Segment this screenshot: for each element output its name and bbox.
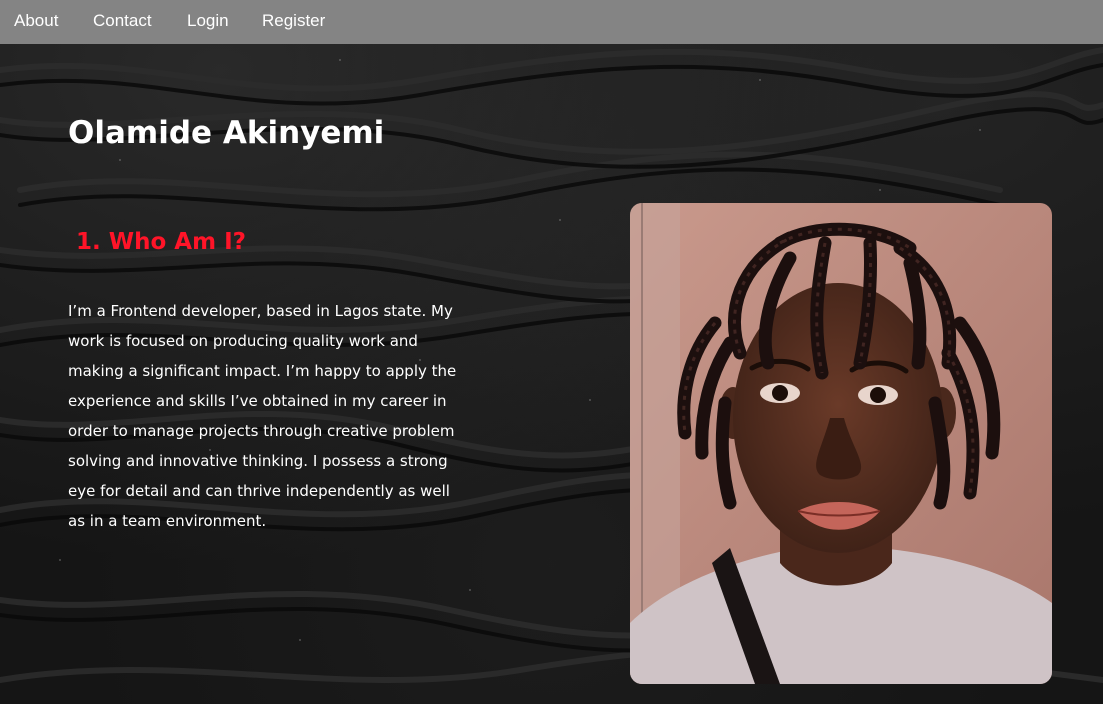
bio-line: as in a team environment. (68, 512, 267, 530)
bio-line: order to manage projects through creativ… (68, 422, 455, 440)
nav-link-contact[interactable]: Contact (93, 11, 152, 31)
nav-link-login[interactable]: Login (187, 11, 229, 31)
bio-line: eye for detail and can thrive independen… (68, 482, 450, 500)
nav-link-register[interactable]: Register (262, 11, 325, 31)
profile-photo (630, 203, 1052, 684)
bio-line: I’m a Frontend developer, based in Lagos… (68, 302, 453, 320)
bio-paragraph: I’m a Frontend developer, based in Lagos… (68, 296, 498, 536)
section-heading-who-am-i: 1. Who Am I? (76, 229, 246, 255)
bio-line: making a significant impact. I’m happy t… (68, 362, 457, 380)
bio-line: work is focused on producing quality wor… (68, 332, 418, 350)
bio-line: solving and innovative thinking. I posse… (68, 452, 448, 470)
profile-photo-illustration (630, 203, 1052, 684)
top-navbar: About Contact Login Register (0, 0, 1103, 44)
page-title: Olamide Akinyemi (68, 115, 385, 151)
nav-link-about[interactable]: About (14, 11, 58, 31)
bio-line: experience and skills I’ve obtained in m… (68, 392, 447, 410)
